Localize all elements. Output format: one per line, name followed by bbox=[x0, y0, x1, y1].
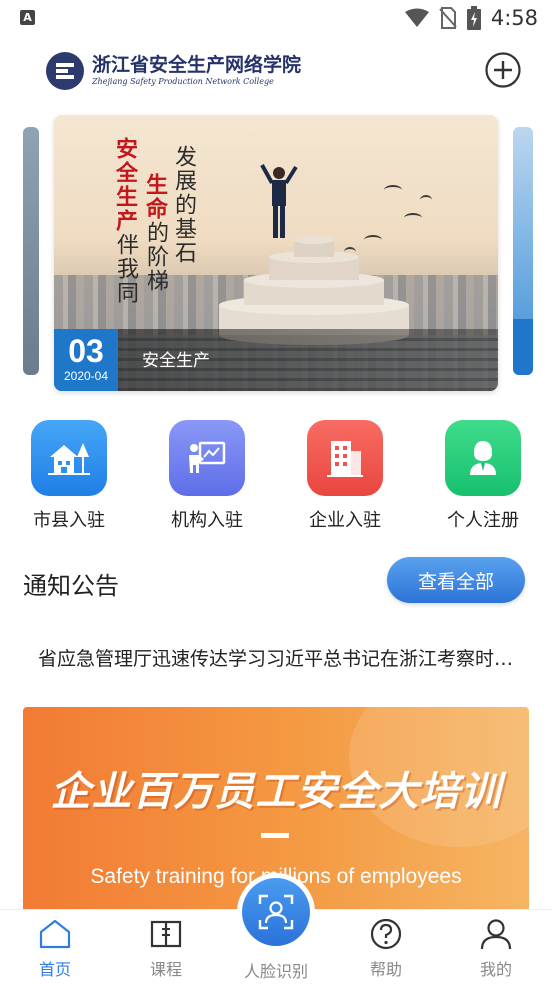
banner-carousel[interactable]: 安全生产伴我同 生命的阶梯 发展的基石 03 2020-04 安全生产 bbox=[0, 113, 552, 391]
book-icon bbox=[150, 920, 182, 948]
plus-circle-icon[interactable] bbox=[485, 52, 521, 88]
banner-headline-col1: 安全生产伴我同 bbox=[112, 137, 138, 305]
app-header: 浙江省安全生产网络学院 Zhejiang Safety Production N… bbox=[0, 44, 552, 100]
nav-label: 课程 bbox=[149, 960, 182, 979]
entry-label: 市县入驻 bbox=[33, 510, 105, 531]
teacher-board-icon bbox=[169, 420, 245, 496]
bird-shape bbox=[420, 195, 432, 205]
banner-caption-bar bbox=[54, 329, 498, 391]
entry-enterprise[interactable]: 企业入驻 bbox=[285, 420, 405, 532]
nav-label: 帮助 bbox=[369, 960, 402, 979]
building-icon bbox=[307, 420, 383, 496]
entry-institution[interactable]: 机构入驻 bbox=[147, 420, 267, 532]
status-icons: 4:58 bbox=[404, 6, 538, 30]
bird-shape bbox=[364, 235, 382, 245]
banner-caption: 安全生产 bbox=[142, 351, 210, 371]
entry-label: 机构入驻 bbox=[171, 510, 243, 531]
banner-headline-col3: 发展的基石 bbox=[171, 145, 196, 265]
college-name-en: Zhejiang Safety Production Network Colle… bbox=[92, 77, 274, 86]
face-recognition-button[interactable] bbox=[237, 873, 315, 951]
entry-label: 企业入驻 bbox=[309, 510, 381, 531]
nav-home[interactable]: 首页 bbox=[15, 918, 95, 980]
businessman-figure bbox=[260, 164, 298, 238]
battery-charging-icon bbox=[466, 6, 481, 30]
no-sim-icon bbox=[439, 7, 457, 29]
person-icon bbox=[445, 420, 521, 496]
nav-label: 我的 bbox=[479, 960, 512, 979]
nav-label: 首页 bbox=[38, 960, 71, 979]
nav-courses[interactable]: 课程 bbox=[126, 918, 206, 980]
question-circle-icon bbox=[370, 918, 402, 950]
entry-label: 个人注册 bbox=[447, 510, 519, 531]
promo-title: 企业百万员工安全大培训 bbox=[50, 769, 502, 815]
face-recognition-label: 人脸识别 bbox=[243, 962, 308, 981]
nav-mine[interactable]: 我的 bbox=[456, 918, 536, 980]
prev-slide-peek[interactable] bbox=[23, 127, 39, 375]
college-emblem-icon bbox=[46, 52, 84, 90]
user-icon bbox=[480, 919, 512, 950]
notice-section-title: 通知公告 bbox=[23, 572, 119, 600]
home-icon bbox=[39, 919, 71, 949]
next-slide-peek[interactable] bbox=[513, 127, 533, 375]
status-bar: A 4:58 bbox=[0, 0, 552, 36]
bird-shape bbox=[404, 213, 422, 223]
bird-shape bbox=[384, 185, 402, 195]
banner-date-day: 03 bbox=[68, 333, 104, 369]
entry-personal-register[interactable]: 个人注册 bbox=[423, 420, 543, 532]
nav-help[interactable]: 帮助 bbox=[346, 918, 426, 980]
view-all-button[interactable]: 查看全部 bbox=[387, 557, 525, 603]
house-tree-icon bbox=[31, 420, 107, 496]
promo-divider bbox=[261, 833, 289, 838]
banner-date-badge: 03 2020-04 bbox=[54, 329, 118, 391]
banner-slide[interactable]: 安全生产伴我同 生命的阶梯 发展的基石 03 2020-04 安全生产 bbox=[54, 115, 498, 391]
wifi-icon bbox=[404, 8, 429, 27]
college-name-cn: 浙江省安全生产网络学院 bbox=[92, 54, 302, 76]
college-logo: 浙江省安全生产网络学院 Zhejiang Safety Production N… bbox=[46, 52, 301, 90]
app-notification-icon: A bbox=[20, 10, 35, 25]
clock: 4:58 bbox=[490, 6, 538, 30]
bird-shape bbox=[344, 247, 356, 257]
notice-item[interactable]: 省应急管理厅迅速传达学习习近平总书记在浙江考察时的重要讲话精神 bbox=[38, 644, 518, 671]
face-scan-icon bbox=[258, 894, 294, 930]
banner-date-year-month: 2020-04 bbox=[63, 369, 109, 383]
entry-city-county[interactable]: 市县入驻 bbox=[9, 420, 129, 532]
quick-entry-grid: 市县入驻 机构入驻 企业入驻 个人注册 bbox=[0, 420, 552, 540]
